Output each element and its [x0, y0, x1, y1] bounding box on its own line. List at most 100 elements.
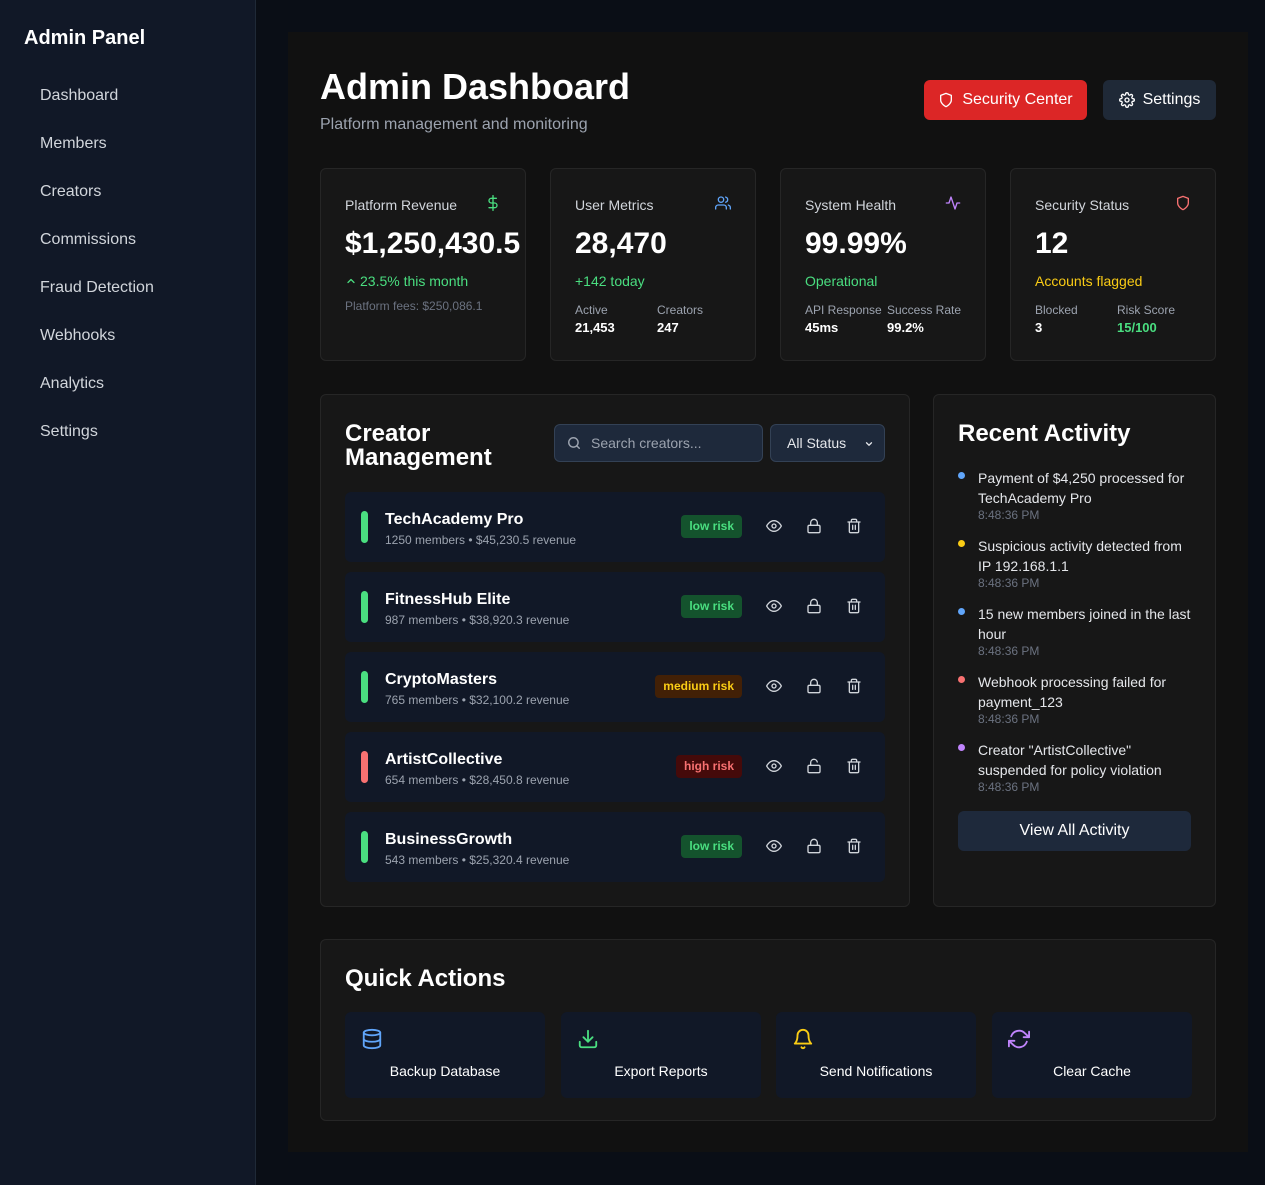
security-center-button[interactable]: Security Center	[924, 80, 1087, 120]
trash-icon[interactable]	[846, 598, 862, 614]
active-metric: Active 21,453	[575, 303, 615, 335]
settings-label: Settings	[1142, 91, 1201, 108]
sidebar-item-commissions[interactable]: Commissions	[24, 216, 232, 264]
sidebar-item-analytics[interactable]: Analytics	[24, 360, 232, 408]
metric-value: 3	[1035, 320, 1043, 335]
security-center-label: Security Center	[962, 91, 1073, 108]
eye-icon[interactable]	[766, 598, 782, 614]
status-indicator	[361, 671, 368, 703]
risk-badge: low risk	[681, 835, 742, 858]
creator-name: FitnessHub Elite	[385, 591, 511, 608]
stat-label: Security Status	[1035, 197, 1130, 213]
stat-label: Platform Revenue	[345, 197, 458, 213]
unlock-icon[interactable]	[806, 758, 822, 774]
creator-meta: 765 members • $32,100.2 revenue	[385, 693, 570, 707]
creator-row: TechAcademy Pro 1250 members • $45,230.5…	[345, 492, 885, 562]
shield-icon	[1177, 195, 1189, 211]
stat-value: 12	[1035, 227, 1069, 260]
risk-score-metric: Risk Score 15/100	[1117, 303, 1175, 335]
activity-dot	[958, 540, 965, 547]
activity-time: 8:48:36 PM	[978, 712, 1040, 726]
creator-meta: 987 members • $38,920.3 revenue	[385, 613, 570, 627]
status-filter-select[interactable]: All Status	[770, 424, 885, 462]
metric-label: Success Rate	[887, 303, 962, 317]
activity-time: 8:48:36 PM	[978, 508, 1040, 522]
sidebar-item-settings[interactable]: Settings	[24, 408, 232, 456]
page-subtitle: Platform management and monitoring	[320, 116, 588, 133]
lock-icon[interactable]	[806, 518, 822, 534]
shield-icon	[940, 92, 953, 108]
export-reports-button[interactable]: Export Reports	[561, 1012, 761, 1098]
activity-dot	[958, 472, 965, 479]
creator-name: TechAcademy Pro	[385, 511, 524, 528]
success-rate-metric: Success Rate 99.2%	[887, 303, 961, 335]
status-indicator	[361, 591, 368, 623]
creator-row: BusinessGrowth 543 members • $25,320.4 r…	[345, 812, 885, 882]
creator-meta: 543 members • $25,320.4 revenue	[385, 853, 570, 867]
eye-icon[interactable]	[766, 518, 782, 534]
blocked-metric: Blocked 3	[1035, 303, 1078, 335]
gear-icon	[1118, 92, 1135, 108]
clear-cache-button[interactable]: Clear Cache	[992, 1012, 1192, 1098]
platform-revenue-card: Platform Revenue $1,250,430.5 23.5% this…	[320, 168, 526, 361]
quick-action-label: Export Reports	[614, 1063, 708, 1079]
recent-activity-panel: Recent Activity Payment of $4,250 proces…	[933, 394, 1216, 907]
metric-label: API Response	[805, 303, 882, 317]
stat-sub: Accounts flagged	[1035, 273, 1143, 289]
stat-change: 23.5% this month	[345, 273, 468, 289]
search-input[interactable]	[591, 425, 759, 461]
view-all-activity-button[interactable]: View All Activity	[958, 811, 1191, 851]
trash-icon[interactable]	[846, 678, 862, 694]
send-notifications-button[interactable]: Send Notifications	[776, 1012, 976, 1098]
brand-title: Admin Panel	[24, 27, 146, 49]
lock-icon[interactable]	[806, 678, 822, 694]
user-metrics-card: User Metrics 28,470 +142 today Active 21,…	[550, 168, 756, 361]
activity-text: Payment of $4,250 processed for TechAcad…	[978, 470, 1185, 506]
creator-meta: 654 members • $28,450.8 revenue	[385, 773, 570, 787]
creator-row: ArtistCollective 654 members • $28,450.8…	[345, 732, 885, 802]
platform-fees: Platform fees: $250,086.1	[345, 299, 483, 313]
search-box	[554, 424, 763, 462]
metric-label: Risk Score	[1117, 303, 1176, 317]
activity-dot	[958, 608, 965, 615]
metric-label: Blocked	[1035, 303, 1078, 317]
panel-title: Creator Management	[345, 422, 492, 470]
dollar-icon	[488, 195, 498, 211]
backup-database-button[interactable]: Backup Database	[345, 1012, 545, 1098]
eye-icon[interactable]	[766, 678, 782, 694]
activity-text: Creator "ArtistCollective" suspended for…	[978, 742, 1162, 778]
lock-icon[interactable]	[806, 598, 822, 614]
creator-name: ArtistCollective	[385, 751, 503, 768]
search-icon	[568, 437, 580, 449]
creator-name: CryptoMasters	[385, 671, 498, 688]
status-indicator	[361, 511, 368, 543]
activity-time: 8:48:36 PM	[978, 780, 1040, 794]
api-response-metric: API Response 45ms	[805, 303, 882, 335]
sidebar-item-creators[interactable]: Creators	[24, 168, 232, 216]
trash-icon[interactable]	[846, 518, 862, 534]
activity-dot	[958, 744, 965, 751]
activity-time: 8:48:36 PM	[978, 576, 1040, 590]
metric-value: 99.2%	[887, 320, 924, 335]
sidebar-item-fraud-detection[interactable]: Fraud Detection	[24, 264, 232, 312]
settings-button[interactable]: Settings	[1103, 80, 1216, 120]
sidebar-item-dashboard[interactable]: Dashboard	[24, 72, 232, 120]
lock-icon[interactable]	[806, 838, 822, 854]
stat-label: System Health	[805, 197, 897, 213]
sidebar: Admin Panel Dashboard Members Creators C…	[0, 0, 256, 1185]
system-health-card: System Health 99.99% Operational API Res…	[780, 168, 986, 361]
risk-badge: high risk	[675, 755, 742, 778]
trash-icon[interactable]	[846, 758, 862, 774]
eye-icon[interactable]	[766, 838, 782, 854]
metric-label: Creators	[657, 303, 704, 317]
creator-meta: 1250 members • $45,230.5 revenue	[385, 533, 576, 547]
eye-icon[interactable]	[766, 758, 782, 774]
sidebar-item-webhooks[interactable]: Webhooks	[24, 312, 232, 360]
trash-icon[interactable]	[846, 838, 862, 854]
security-status-card: Security Status 12 Accounts flagged Bloc…	[1010, 168, 1216, 361]
activity-time: 8:48:36 PM	[978, 644, 1040, 658]
stat-value: 28,470	[575, 227, 667, 260]
title-line: Management	[345, 444, 492, 471]
sidebar-item-members[interactable]: Members	[24, 120, 232, 168]
activity-dot	[958, 676, 965, 683]
